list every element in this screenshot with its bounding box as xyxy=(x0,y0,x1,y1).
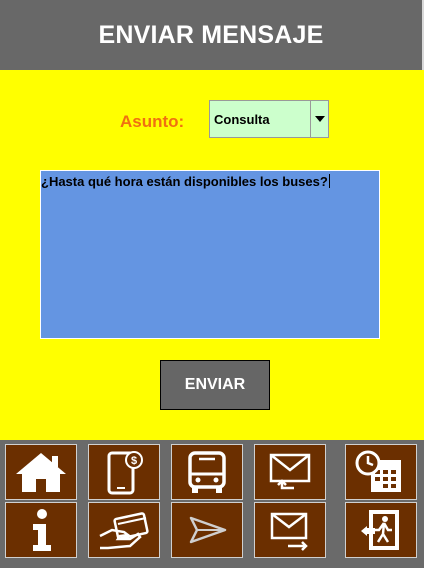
exit-icon xyxy=(361,510,399,550)
subject-label: Asunto: xyxy=(120,112,185,131)
nav-home-button[interactable] xyxy=(5,444,77,500)
send-mail-icon xyxy=(270,512,308,551)
nav-send-button[interactable] xyxy=(171,502,243,558)
nav-messages-button[interactable] xyxy=(254,444,326,500)
bus-icon xyxy=(188,451,226,493)
nav-info-button[interactable] xyxy=(5,502,77,558)
reply-mail-icon xyxy=(269,453,311,490)
page-title: ENVIAR MENSAJE xyxy=(98,20,324,49)
nav-exit-button[interactable] xyxy=(345,502,417,558)
home-icon xyxy=(16,453,66,492)
subject-select[interactable]: Consulta xyxy=(209,100,329,138)
send-icon xyxy=(189,516,227,544)
info-icon xyxy=(33,509,51,551)
send-button[interactable]: ENVIAR xyxy=(160,360,270,410)
message-textarea[interactable]: ¿Hasta qué hora están disponibles los bu… xyxy=(40,170,380,339)
text-cursor xyxy=(328,174,330,188)
nav-card-button[interactable] xyxy=(88,502,160,558)
mobile-payment-icon: $ xyxy=(107,451,143,495)
subject-selected-value: Consulta xyxy=(214,112,270,127)
message-form: Asunto: Consulta ¿Hasta qué hora están d… xyxy=(0,70,424,440)
nav-mail-button[interactable] xyxy=(254,502,326,558)
message-text: ¿Hasta qué hora están disponibles los bu… xyxy=(41,174,328,189)
nav-bus-button[interactable] xyxy=(171,444,243,500)
svg-text:$: $ xyxy=(131,455,137,467)
bottom-nav: $ xyxy=(0,440,424,568)
nav-schedule-button[interactable] xyxy=(345,444,417,500)
card-payment-icon xyxy=(99,512,149,550)
calendar-clock-icon xyxy=(355,450,401,492)
header-bar: ENVIAR MENSAJE xyxy=(0,0,424,70)
nav-payment-button[interactable]: $ xyxy=(88,444,160,500)
chevron-down-icon[interactable] xyxy=(310,101,328,137)
